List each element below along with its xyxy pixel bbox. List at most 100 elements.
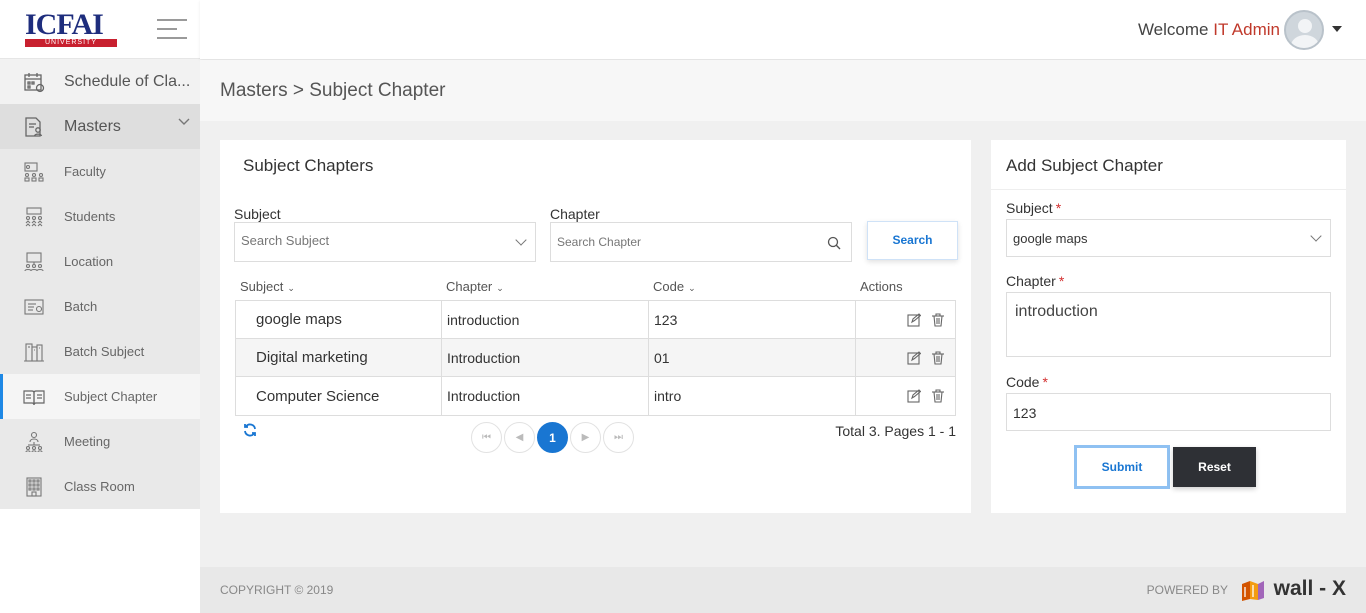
- logo-area: ICFAI UNIVERSITY: [0, 0, 200, 59]
- footer: COPYRIGHT © 2019 POWERED BY wall - X: [200, 567, 1366, 613]
- chapters-table: google maps introduction 123 Digital mar…: [235, 300, 956, 416]
- subject-filter-placeholder: Search Subject: [241, 233, 330, 248]
- code-input[interactable]: 123: [1006, 393, 1331, 431]
- wall-x-brand[interactable]: wall - X: [1274, 577, 1346, 601]
- sidebar-item-students[interactable]: Students: [0, 194, 200, 239]
- chapter-label: Chapter *: [1006, 273, 1064, 289]
- subject-label: Subject *: [1006, 200, 1061, 216]
- required-mark: *: [1055, 200, 1062, 216]
- sidebar-item-masters[interactable]: Masters: [0, 104, 200, 149]
- chevron-down-icon: [178, 118, 190, 125]
- document-user-icon: [25, 116, 43, 137]
- sidebar-item-label: Subject Chapter: [64, 389, 158, 404]
- pagination-total: Total 3. Pages 1 - 1: [835, 423, 956, 439]
- subject-filter-select[interactable]: Search Subject: [234, 222, 536, 262]
- sidebar: ICFAI UNIVERSITY Schedule of Cla... Mast…: [0, 0, 200, 613]
- column-label: Subject: [240, 279, 284, 294]
- delete-icon[interactable]: [931, 350, 945, 365]
- copyright-text: COPYRIGHT © 2019: [220, 583, 334, 597]
- next-page-button[interactable]: ▶: [570, 422, 601, 453]
- column-header-code[interactable]: Code ⌄: [653, 279, 696, 294]
- sidebar-item-label: Location: [64, 254, 114, 269]
- sidebar-item-class-room[interactable]: Class Room: [0, 464, 200, 509]
- edit-icon[interactable]: [907, 350, 921, 365]
- sort-down-icon: ⌄: [688, 283, 696, 293]
- sort-down-icon: ⌄: [287, 283, 295, 293]
- batch-subject-icon: [24, 342, 44, 362]
- edit-icon[interactable]: [907, 312, 921, 327]
- chapter-search-placeholder: Search Chapter: [557, 235, 642, 249]
- caret-down-icon[interactable]: [1332, 26, 1342, 32]
- search-button[interactable]: Search: [867, 221, 958, 260]
- logo-text: ICFAI: [25, 8, 104, 41]
- sidebar-item-batch-subject[interactable]: Batch Subject: [0, 329, 200, 374]
- required-mark: *: [1058, 273, 1065, 289]
- edit-icon[interactable]: [907, 389, 921, 403]
- cell-code: intro: [649, 377, 856, 415]
- table-row: Computer Science Introduction intro: [236, 377, 955, 415]
- delete-icon[interactable]: [931, 312, 945, 327]
- refresh-icon[interactable]: [243, 423, 257, 437]
- chapter-label-text: Chapter: [1006, 273, 1056, 289]
- column-label: Code: [653, 279, 685, 294]
- batch-icon: [24, 298, 44, 315]
- first-page-button[interactable]: ⏮: [471, 422, 502, 453]
- cell-subject: Computer Science: [236, 377, 442, 415]
- chapter-textarea[interactable]: introduction: [1006, 292, 1331, 357]
- sidebar-item-meeting[interactable]: Meeting: [0, 419, 200, 464]
- calendar-icon: [24, 72, 45, 92]
- column-header-chapter[interactable]: Chapter ⌄: [446, 279, 504, 294]
- column-label: Chapter: [446, 279, 493, 294]
- book-icon: [23, 389, 45, 405]
- prev-page-button[interactable]: ◀: [504, 422, 535, 453]
- sidebar-item-label: Meeting: [64, 434, 111, 449]
- subject-filter-label: Subject: [234, 206, 281, 222]
- required-mark: *: [1042, 374, 1048, 390]
- sidebar-nav: Schedule of Cla... Masters Faculty Stude…: [0, 59, 200, 509]
- column-header-subject[interactable]: Subject ⌄: [240, 279, 295, 294]
- icfai-logo[interactable]: ICFAI UNIVERSITY: [25, 8, 117, 47]
- chevron-down-icon: [515, 234, 527, 246]
- sidebar-item-label: Masters: [64, 117, 121, 135]
- location-icon: [24, 251, 44, 271]
- meeting-icon: [25, 431, 43, 452]
- cell-subject: google maps: [236, 301, 442, 338]
- cell-actions: [856, 377, 955, 415]
- sidebar-item-subject-chapter[interactable]: Subject Chapter: [0, 374, 200, 419]
- sidebar-item-label: Batch Subject: [64, 344, 145, 359]
- subject-select[interactable]: google maps: [1006, 219, 1331, 257]
- sidebar-item-batch[interactable]: Batch: [0, 284, 200, 329]
- sidebar-item-location[interactable]: Location: [0, 239, 200, 284]
- sidebar-item-schedule[interactable]: Schedule of Cla...: [0, 59, 200, 104]
- welcome-text: Welcome IT Admin: [1138, 20, 1280, 40]
- cell-chapter: introduction: [442, 301, 649, 338]
- code-input-value: 123: [1013, 405, 1037, 421]
- search-icon: [827, 236, 841, 250]
- sidebar-item-faculty[interactable]: Faculty: [0, 149, 200, 194]
- form-header: Add Subject Chapter: [991, 140, 1346, 190]
- building-icon: [26, 476, 42, 497]
- column-label: Actions: [860, 279, 903, 294]
- subject-label-text: Subject: [1006, 200, 1053, 216]
- subject-chapters-card: Subject Chapters Subject Search Subject …: [220, 140, 971, 513]
- cell-subject: Digital marketing: [236, 339, 442, 376]
- user-name[interactable]: IT Admin: [1213, 20, 1280, 39]
- chevron-down-icon: [1310, 230, 1322, 242]
- sort-down-icon: ⌄: [496, 283, 504, 293]
- reset-button[interactable]: Reset: [1173, 447, 1256, 487]
- page-button-current[interactable]: 1: [537, 422, 568, 453]
- subject-select-value: google maps: [1013, 231, 1088, 246]
- pagination: ⏮ ◀ 1 ▶ ⏭: [471, 422, 634, 453]
- last-page-button[interactable]: ⏭: [603, 422, 634, 453]
- chapter-search-input[interactable]: Search Chapter: [550, 222, 852, 262]
- sidebar-item-label: Students: [64, 209, 116, 224]
- avatar[interactable]: [1284, 10, 1324, 50]
- delete-icon[interactable]: [931, 389, 945, 403]
- table-row: google maps introduction 123: [236, 301, 955, 339]
- breadcrumb-bar: Masters > Subject Chapter: [200, 60, 1366, 121]
- form-title: Add Subject Chapter: [1006, 156, 1163, 175]
- menu-toggle-icon[interactable]: [157, 19, 187, 46]
- submit-button[interactable]: Submit: [1074, 445, 1170, 489]
- add-subject-chapter-card: Add Subject Chapter Subject * google maps…: [991, 140, 1346, 513]
- wall-x-logo-icon: [1242, 581, 1264, 601]
